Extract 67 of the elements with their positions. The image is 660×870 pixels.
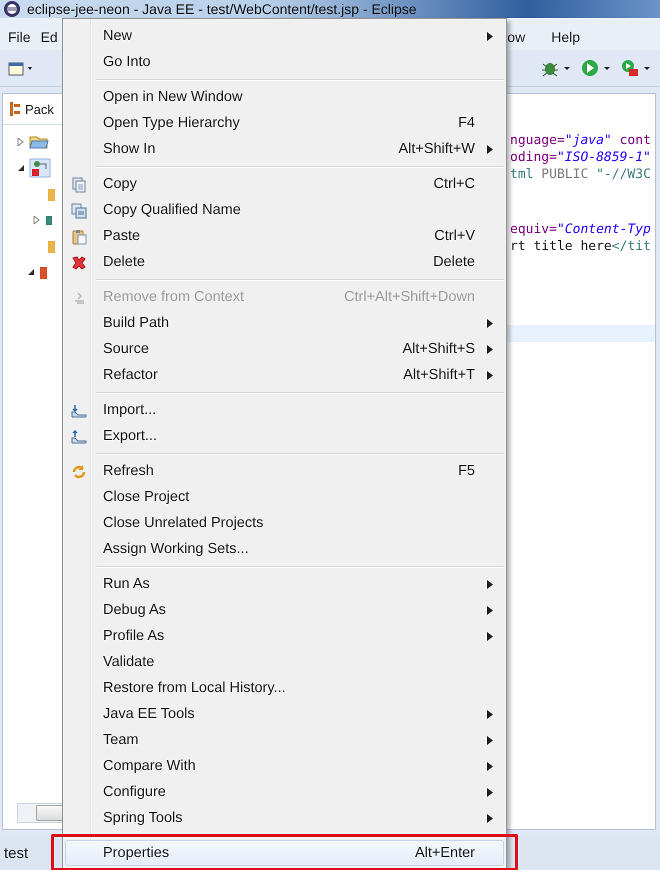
code-line: nguage="java" cont [510, 132, 652, 149]
menu-item[interactable]: Copy Ctrl+C [65, 171, 504, 197]
eclipse-logo-icon [3, 0, 21, 18]
submenu-arrow-icon [487, 606, 493, 614]
delete-icon [70, 254, 88, 272]
package-explorer-tab[interactable]: Pack [25, 102, 54, 116]
menu-item[interactable]: Show In Alt+Shift+W [65, 136, 504, 162]
menu-item[interactable]: Refactor Alt+Shift+T [65, 362, 504, 388]
submenu-arrow-icon [487, 580, 493, 588]
expanded-arrow-icon [27, 268, 35, 276]
menu-bar-item[interactable]: ow [505, 29, 550, 45]
submenu-arrow-icon [487, 32, 493, 40]
refresh-icon [70, 463, 88, 481]
submenu-arrow-icon [487, 344, 493, 354]
menu-item[interactable]: Open Type Hierarchy F4 [65, 110, 504, 136]
submenu-arrow-icon [487, 710, 493, 718]
menu-item[interactable]: Run As [65, 571, 504, 597]
export-icon [70, 428, 88, 446]
import-icon [70, 402, 88, 420]
menu-bar-item[interactable]: Help [549, 29, 660, 45]
menu-item[interactable]: Export... [65, 423, 504, 449]
menu-item[interactable]: Debug As [65, 597, 504, 623]
menu-item[interactable]: Java EE Tools [65, 701, 504, 727]
menu-bar-item[interactable]: File [6, 29, 39, 45]
submenu-arrow-icon [487, 788, 493, 796]
menu-item[interactable]: Close Project [65, 484, 504, 510]
menu-item[interactable]: Properties Alt+Enter [65, 840, 504, 866]
menu-item[interactable]: Import... [65, 397, 504, 423]
submenu-arrow-icon [487, 144, 493, 154]
menu-item[interactable]: Source Alt+Shift+S [65, 336, 504, 362]
submenu-arrow-icon [487, 370, 493, 380]
menu-item[interactable]: Profile As [65, 623, 504, 649]
code-line: rt title here</tit [510, 238, 652, 255]
menu-item[interactable]: Open in New Window [65, 84, 504, 110]
paste-icon [70, 228, 88, 246]
status-text: test [4, 844, 28, 862]
menu-item[interactable]: Paste Ctrl+V [65, 223, 504, 249]
menu-item[interactable]: Refresh F5 [65, 458, 504, 484]
collapsed-arrow-icon [33, 216, 41, 224]
menu-item[interactable]: Configure [65, 779, 504, 805]
project-error-icon [29, 158, 51, 178]
menu-item[interactable]: New [65, 23, 504, 49]
menu-item[interactable]: Spring Tools [65, 805, 504, 831]
menu-bar-item[interactable]: Ed [38, 29, 66, 45]
menu-item[interactable]: Close Unrelated Projects [65, 510, 504, 536]
submenu-arrow-icon [487, 762, 493, 770]
submenu-arrow-icon [487, 736, 493, 744]
submenu-arrow-icon [487, 814, 493, 822]
menu-item[interactable]: Assign Working Sets... [65, 536, 504, 562]
menu-item[interactable]: Team [65, 727, 504, 753]
menu-item[interactable]: Validate [65, 649, 504, 675]
code-line: oding="ISO-8859-1" [510, 149, 652, 166]
menu-item[interactable]: Compare With [65, 753, 504, 779]
menu-item[interactable]: Restore from Local History... [65, 675, 504, 701]
copy-icon [70, 202, 88, 220]
code-line: tml PUBLIC "-//W3C [510, 166, 652, 183]
menu-item[interactable]: Copy Qualified Name [65, 197, 504, 223]
collapsed-arrow-icon [17, 138, 25, 146]
copy-icon [70, 176, 88, 194]
menu-item[interactable]: Delete Delete [65, 249, 504, 275]
package-tree-icon [9, 101, 21, 117]
submenu-arrow-icon [487, 632, 493, 640]
menu-item[interactable]: Build Path [65, 310, 504, 336]
expanded-arrow-icon [17, 164, 25, 172]
window-title: eclipse-jee-neon - Java EE - test/WebContent/test.jsp - Eclipse [27, 1, 417, 17]
code-line: equiv="Content-Typ [510, 221, 652, 238]
submenu-arrow-icon [487, 318, 493, 328]
